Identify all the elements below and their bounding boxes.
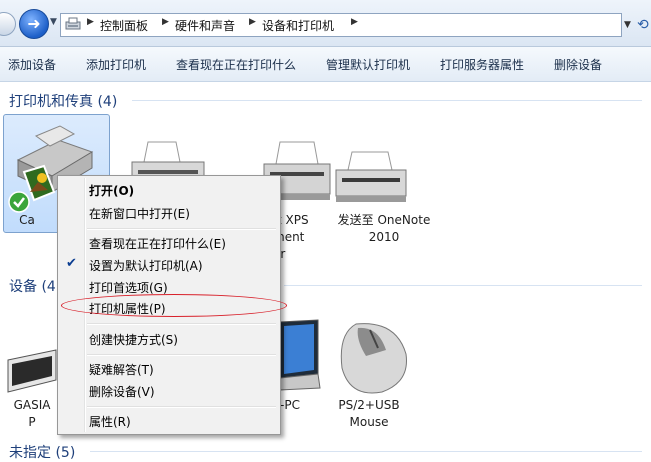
forward-arrow-icon: ➜ — [27, 14, 41, 33]
manage-default-printers-button[interactable]: 管理默认打印机 — [326, 56, 410, 73]
printer-label: Ca — [19, 213, 35, 227]
context-menu: 打开(O) 在新窗口中打开(E) 查看现在正在打印什么(E) ✔ 设置为默认打印… — [57, 175, 287, 435]
command-toolbar: 添加设备 添加打印机 查看现在正在打印什么 管理默认打印机 打印服务器属性 删除… — [0, 47, 651, 82]
breadcrumb-separator-icon[interactable]: ▶ — [87, 17, 94, 27]
history-dropdown-icon[interactable]: ▼ — [50, 17, 60, 29]
address-field[interactable]: ▶ 控制面板 ▶ 硬件和声音 ▶ 设备和打印机 ▶ — [60, 13, 622, 37]
mouse-icon — [340, 323, 407, 394]
menu-item-create-shortcut[interactable]: 创建快捷方式(S) — [89, 331, 178, 348]
breadcrumb-separator-icon[interactable]: ▶ — [249, 17, 256, 27]
menu-separator — [87, 323, 276, 325]
add-device-button[interactable]: 添加设备 — [8, 56, 56, 73]
menu-separator — [87, 228, 276, 230]
checkmark-icon: ✔ — [66, 256, 77, 271]
breadcrumb-item[interactable]: 硬件和声音 — [175, 17, 235, 34]
back-button[interactable] — [0, 12, 16, 36]
group-header-devices[interactable]: 设备 (4 — [9, 276, 56, 296]
menu-separator — [87, 354, 276, 356]
printer-icon — [335, 151, 407, 202]
annotation-circle — [61, 294, 287, 317]
group-header-unspecified[interactable]: 未指定 (5) — [9, 442, 75, 462]
device-label: PS/2+USB Mouse — [338, 398, 400, 429]
devices-folder-icon — [65, 17, 81, 30]
breadcrumb-separator-icon[interactable]: ▶ — [351, 17, 358, 27]
keyboard-icon — [7, 349, 57, 393]
device-label: GASIA P — [13, 398, 51, 429]
menu-item-properties[interactable]: 属性(R) — [89, 413, 131, 430]
group-divider — [132, 100, 642, 101]
group-divider — [284, 285, 642, 286]
menu-item-set-default-printer[interactable]: 设置为默认打印机(A) — [89, 257, 203, 274]
group-header-printers[interactable]: 打印机和传真 (4) — [9, 91, 117, 111]
see-whats-printing-button[interactable]: 查看现在正在打印什么 — [176, 56, 296, 73]
menu-item-troubleshoot[interactable]: 疑难解答(T) — [89, 361, 154, 378]
default-check-icon — [8, 191, 30, 213]
address-bar: ➜ ▼ ▶ 控制面板 ▶ 硬件和声音 ▶ 设备和打印机 ▶ ▼ ⟲ — [0, 0, 651, 47]
breadcrumb-item[interactable]: 设备和打印机 — [262, 17, 334, 34]
menu-item-open[interactable]: 打开(O) — [89, 182, 134, 199]
refresh-icon[interactable]: ⟲ — [637, 13, 651, 37]
menu-item-remove-device[interactable]: 删除设备(V) — [89, 383, 155, 400]
menu-item-see-whats-printing[interactable]: 查看现在正在打印什么(E) — [89, 235, 226, 252]
printer-label: 发送至 OneNote 2010 — [337, 213, 431, 244]
breadcrumb-item[interactable]: 控制面板 — [100, 17, 148, 34]
laptop-icon — [279, 319, 321, 391]
menu-item-open-new-window[interactable]: 在新窗口中打开(E) — [89, 205, 190, 222]
address-dropdown-icon[interactable]: ▼ — [624, 13, 636, 37]
breadcrumb-separator-icon[interactable]: ▶ — [162, 17, 169, 27]
add-printer-button[interactable]: 添加打印机 — [86, 56, 146, 73]
menu-separator — [87, 406, 276, 408]
group-divider — [90, 451, 642, 452]
remove-device-button[interactable]: 删除设备 — [554, 56, 602, 73]
forward-button[interactable]: ➜ — [19, 9, 49, 39]
print-server-properties-button[interactable]: 打印服务器属性 — [440, 56, 524, 73]
